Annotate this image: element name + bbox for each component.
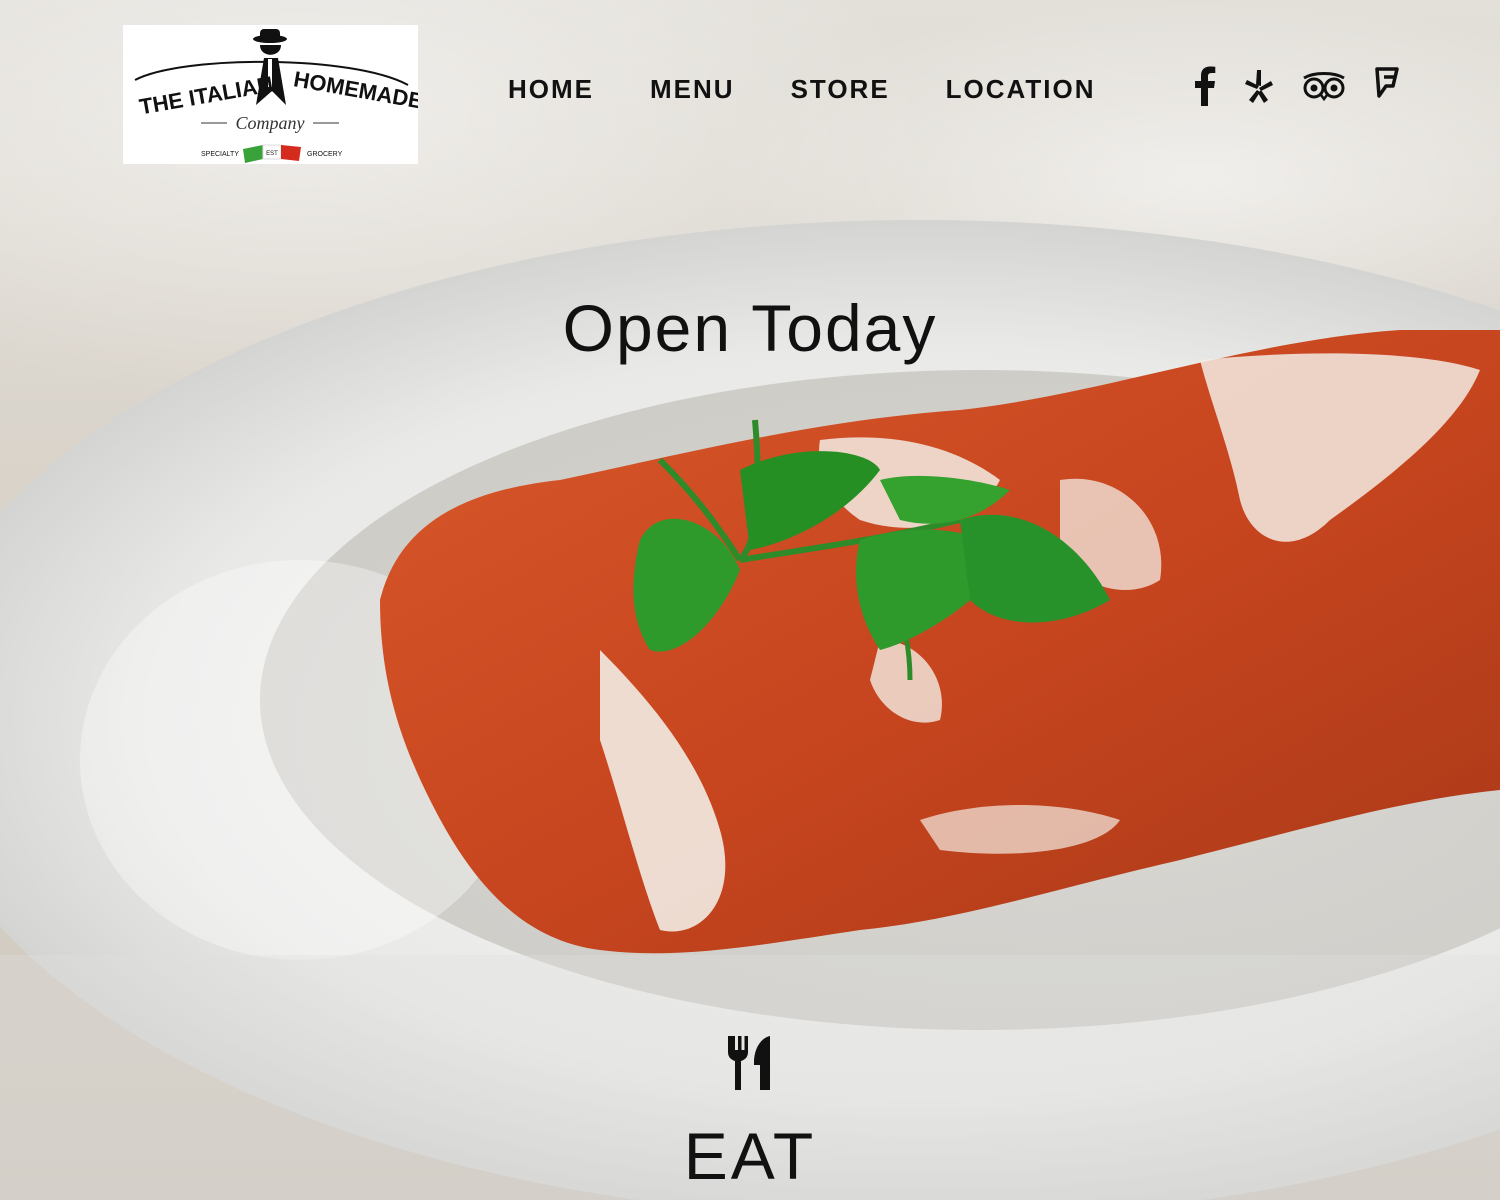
section-label: EAT xyxy=(683,1119,817,1193)
nav-home[interactable]: HOME xyxy=(508,72,594,108)
logo-est: EST xyxy=(266,151,278,157)
fork-knife-icon xyxy=(726,1034,774,1097)
nav-menu[interactable]: MENU xyxy=(650,72,735,108)
nav-location[interactable]: LOCATION xyxy=(946,72,1096,108)
logo-text-right: HOMEMADE xyxy=(292,66,418,113)
foursquare-icon[interactable] xyxy=(1374,66,1400,106)
nav-store[interactable]: STORE xyxy=(791,72,890,108)
main-nav: HOME MENU STORE LOCATION xyxy=(508,72,1096,108)
hero-headline: Open Today xyxy=(562,291,938,365)
logo-tagline-left: SPECIALTY xyxy=(201,151,239,158)
italy-flag-green xyxy=(243,145,263,163)
italy-flag-red xyxy=(281,145,301,161)
tripadvisor-icon[interactable] xyxy=(1302,66,1346,106)
logo-company-text: Company xyxy=(236,113,305,133)
yelp-icon[interactable] xyxy=(1244,66,1274,106)
logo-tagline-right: GROCERY xyxy=(307,151,343,158)
brand-logo[interactable]: THE ITALIAN HOMEMADE Company SPECIALTY E… xyxy=(123,25,418,164)
facebook-icon[interactable] xyxy=(1194,66,1216,106)
